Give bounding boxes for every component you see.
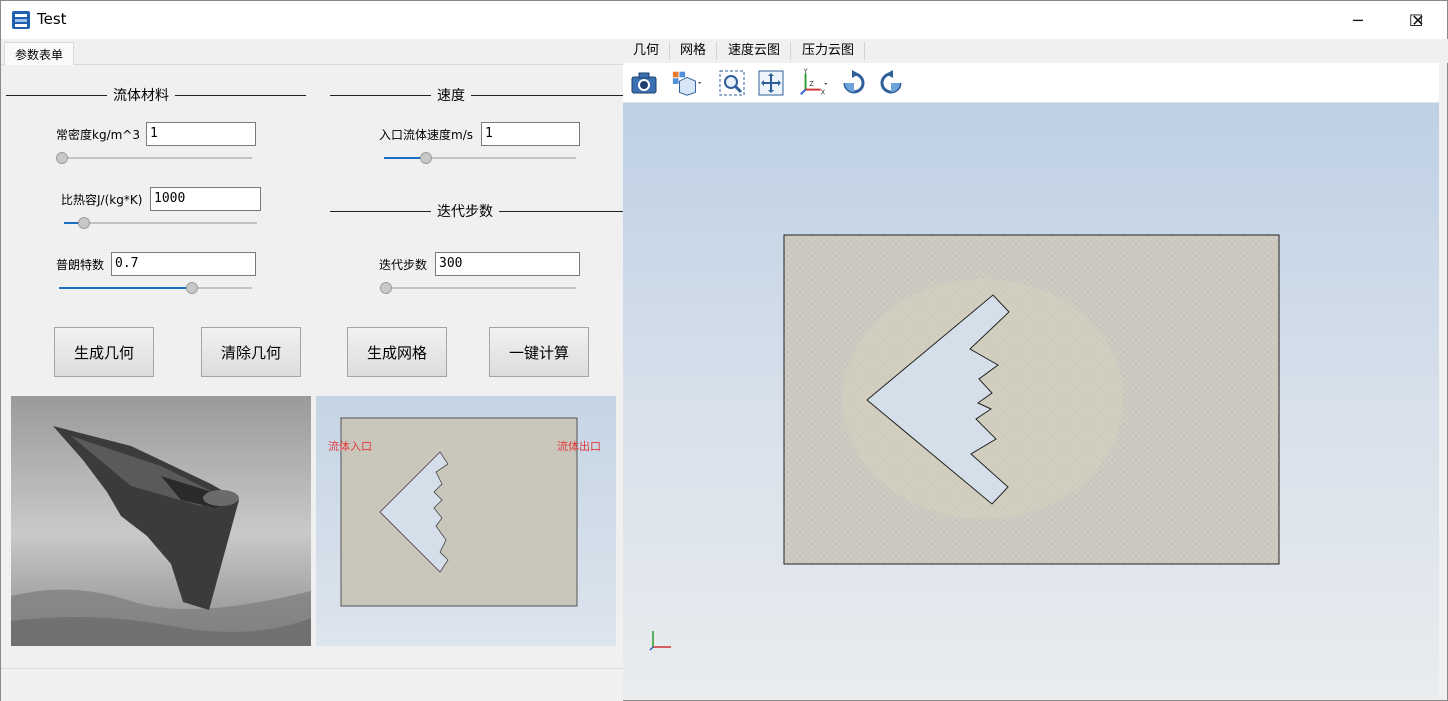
density-input[interactable]: 1 (146, 122, 256, 146)
app-window: Test ─ ☐ ✕ 参数表单 流体材料 速度 常密度kg/m^3 1 入口流体… (0, 0, 1448, 701)
one-click-compute-button[interactable]: 一键计算 (489, 327, 589, 377)
minimize-icon: ─ (1353, 10, 1363, 30)
tab-pressure-contour[interactable]: 压力云图 (792, 42, 866, 60)
app-icon (12, 11, 30, 29)
view-tab-bar: 几何 网格 速度云图 压力云图 (623, 39, 1448, 63)
svg-text:Z: Z (809, 80, 814, 88)
slider-track (64, 222, 257, 224)
iteration-steps-slider[interactable] (380, 282, 576, 294)
generate-mesh-button[interactable]: 生成网格 (347, 327, 447, 377)
rotate-ccw-icon (880, 70, 902, 94)
clear-geometry-button[interactable]: 清除几何 (201, 327, 301, 377)
prandtl-slider[interactable] (59, 282, 252, 294)
rotate-cw-icon (843, 70, 865, 94)
rotate-ccw-button[interactable] (875, 67, 907, 99)
slider-knob[interactable] (380, 282, 392, 294)
group-divider (330, 95, 623, 96)
render-viewport[interactable] (623, 103, 1439, 699)
window-title: Test (37, 10, 67, 28)
axis-icon: Y X Z (800, 68, 828, 96)
density-slider[interactable] (56, 152, 252, 164)
left-tab-bar: 参数表单 (1, 39, 623, 66)
slider-knob[interactable] (420, 152, 432, 164)
tab-parameter-form[interactable]: 参数表单 (4, 42, 75, 66)
aircraft-photo (11, 396, 311, 646)
iteration-steps-label: 迭代步数 (379, 258, 428, 272)
generate-geometry-button[interactable]: 生成几何 (54, 327, 154, 377)
prandtl-input[interactable]: 0.7 (111, 252, 256, 276)
view-toolbar: Y X Z (623, 63, 1439, 103)
inlet-velocity-label: 入口流体速度m/s (379, 128, 473, 142)
inlet-velocity-input[interactable]: 1 (481, 122, 580, 146)
pan-fit-icon (758, 70, 784, 96)
outlet-label: 流体出口 (557, 440, 601, 453)
rotate-cw-button[interactable] (838, 67, 870, 99)
vertical-scrollbar[interactable] (1439, 63, 1447, 699)
iteration-steps-input[interactable]: 300 (435, 252, 580, 276)
prandtl-label: 普朗特数 (56, 258, 105, 272)
mesh-view (649, 234, 1280, 651)
tab-mesh[interactable]: 网格 (670, 42, 718, 60)
view-cube-icon (672, 71, 702, 96)
inlet-label: 流体入口 (328, 440, 372, 453)
screenshot-button[interactable] (628, 67, 660, 99)
title-bar: Test ─ ☐ ✕ (1, 1, 1447, 39)
zoom-window-icon (719, 70, 745, 96)
density-label: 常密度kg/m^3 (56, 128, 140, 142)
close-icon: ✕ (1411, 10, 1425, 30)
slider-knob[interactable] (56, 152, 68, 164)
axis-triad (649, 631, 671, 651)
slider-track (56, 157, 252, 159)
status-strip (1, 668, 623, 701)
axis-view-button[interactable]: Y X Z (798, 67, 830, 99)
inlet-velocity-slider[interactable] (384, 152, 576, 164)
fit-all-button[interactable] (755, 67, 787, 99)
close-button[interactable]: ✕ (1389, 1, 1447, 39)
svg-text:Y: Y (803, 68, 809, 76)
domain-preview-drawing (340, 417, 578, 607)
aircraft-photo-image (11, 396, 311, 646)
tab-geometry[interactable]: 几何 (623, 42, 671, 60)
specific-heat-label: 比热容J/(kg*K) (61, 193, 143, 207)
slider-fill (59, 287, 192, 289)
specific-heat-input[interactable]: 1000 (150, 187, 261, 211)
group-title-fluid-material: 流体材料 (107, 85, 175, 105)
camera-icon (631, 72, 657, 94)
slider-knob[interactable] (78, 217, 90, 229)
minimize-button[interactable]: ─ (1329, 1, 1387, 39)
svg-text:X: X (821, 88, 826, 96)
slider-track (380, 287, 576, 289)
domain-preview: 流体入口 流体出口 (316, 396, 616, 646)
group-title-iteration: 迭代步数 (431, 201, 499, 221)
slider-knob[interactable] (186, 282, 198, 294)
specific-heat-slider[interactable] (64, 217, 257, 229)
group-title-velocity: 速度 (431, 85, 471, 105)
tab-velocity-contour[interactable]: 速度云图 (718, 42, 792, 60)
view-cube-button[interactable] (671, 67, 703, 99)
zoom-window-button[interactable] (716, 67, 748, 99)
